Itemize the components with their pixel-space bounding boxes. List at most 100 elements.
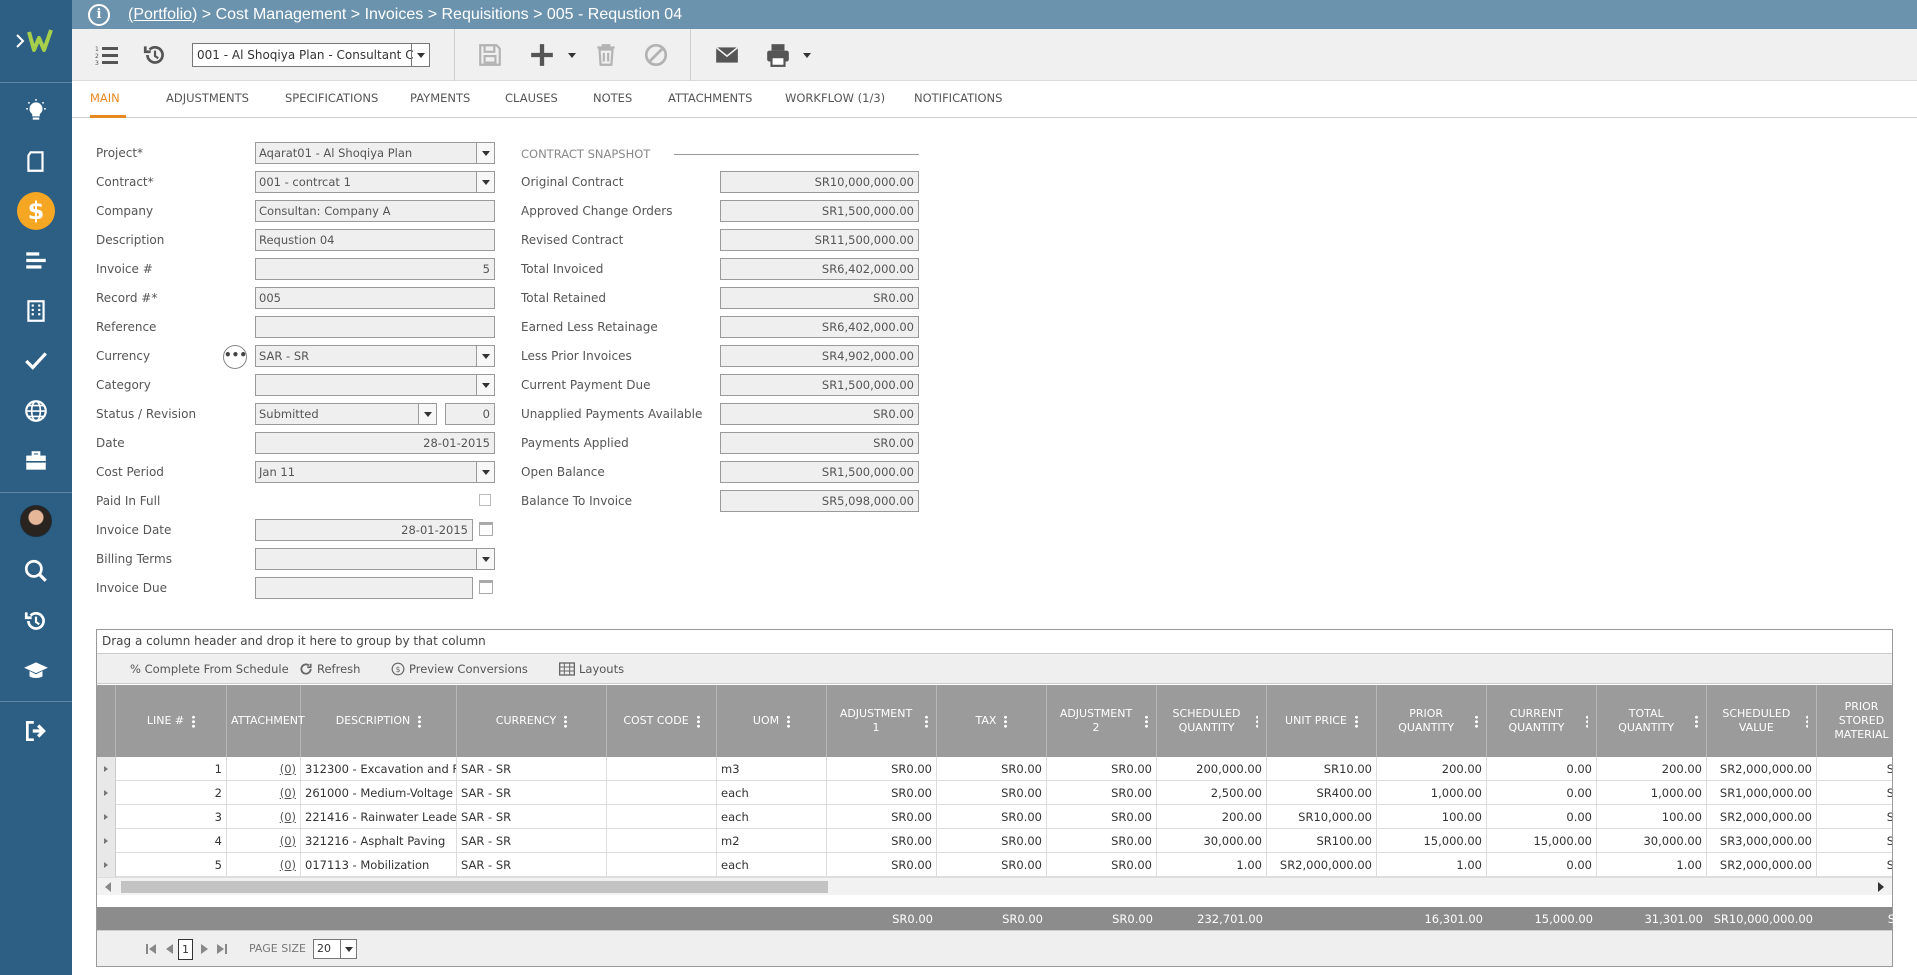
column-header[interactable]: ADJUSTMENT 1 bbox=[827, 685, 937, 757]
column-header[interactable]: DESCRIPTION bbox=[301, 685, 457, 757]
column-menu-icon[interactable] bbox=[418, 714, 422, 728]
column-header[interactable]: TOTAL QUANTITY bbox=[1597, 685, 1707, 757]
column-menu-icon[interactable] bbox=[1475, 714, 1478, 728]
save-button[interactable] bbox=[477, 40, 503, 70]
column-header[interactable]: PRIOR QUANTITY bbox=[1377, 685, 1487, 757]
column-header[interactable]: UNIT PRICE bbox=[1267, 685, 1377, 757]
page-size-select[interactable]: 20 bbox=[313, 939, 357, 959]
column-header[interactable]: SCHEDULED QUANTITY bbox=[1157, 685, 1267, 757]
column-header[interactable]: TAX bbox=[937, 685, 1047, 757]
tab-specifications[interactable]: SPECIFICATIONS bbox=[285, 81, 378, 118]
column-menu-icon[interactable] bbox=[1695, 714, 1698, 728]
column-menu-icon[interactable] bbox=[1256, 714, 1258, 728]
tab-main[interactable]: MAIN bbox=[90, 81, 126, 118]
attachment-count-link[interactable]: (0) bbox=[280, 834, 296, 848]
revision-field[interactable]: 0 bbox=[445, 403, 495, 425]
column-header[interactable]: CURRENT QUANTITY bbox=[1487, 685, 1597, 757]
chevron-down-icon[interactable] bbox=[803, 53, 811, 58]
table-row[interactable]: 4 (0) 321216 - Asphalt Paving SAR - SR m2 SR0… bbox=[97, 829, 1892, 853]
calendar-icon[interactable] bbox=[479, 522, 493, 536]
chevron-down-icon[interactable] bbox=[568, 53, 576, 58]
category-select[interactable] bbox=[255, 374, 495, 396]
sidebar-item-ideas[interactable] bbox=[16, 91, 56, 131]
attachment-count-link[interactable]: (0) bbox=[280, 786, 296, 800]
layouts-button[interactable]: Layouts bbox=[559, 662, 624, 676]
page-number[interactable]: 1 bbox=[178, 939, 193, 960]
reference-field[interactable] bbox=[255, 316, 495, 338]
paid-in-full-checkbox[interactable] bbox=[479, 494, 491, 506]
contract-select[interactable]: 001 - contrcat 1 bbox=[255, 171, 495, 193]
company-field[interactable]: Consultan: Company A bbox=[255, 200, 495, 222]
sidebar-item-global[interactable] bbox=[16, 391, 56, 431]
print-button[interactable] bbox=[765, 40, 791, 70]
description-field[interactable]: Requstion 04 bbox=[255, 229, 495, 251]
column-menu-icon[interactable] bbox=[1805, 714, 1808, 728]
sidebar-item-portfolio[interactable] bbox=[16, 441, 56, 481]
column-menu-icon[interactable] bbox=[787, 714, 791, 728]
history-button[interactable] bbox=[142, 40, 168, 70]
sidebar-item-profile[interactable] bbox=[16, 501, 56, 541]
attachment-count-link[interactable]: (0) bbox=[280, 810, 296, 824]
tab-notes[interactable]: NOTES bbox=[593, 81, 632, 118]
delete-button[interactable] bbox=[593, 40, 619, 70]
column-menu-icon[interactable] bbox=[925, 714, 928, 728]
row-expand-icon[interactable] bbox=[97, 829, 116, 853]
list-button[interactable]: 123 bbox=[94, 40, 120, 70]
sidebar-item-history[interactable] bbox=[16, 601, 56, 641]
calendar-icon[interactable] bbox=[479, 580, 493, 594]
next-page-icon[interactable] bbox=[199, 943, 211, 955]
column-header[interactable]: PRIOR STORED MATERIAL bbox=[1817, 685, 1892, 757]
tab-notifications[interactable]: NOTIFICATIONS bbox=[914, 81, 1002, 118]
column-header[interactable]: COST CODE bbox=[607, 685, 717, 757]
column-menu-icon[interactable] bbox=[1354, 714, 1358, 728]
column-header[interactable]: ADJUSTMENT 2 bbox=[1047, 685, 1157, 757]
previous-page-icon[interactable] bbox=[163, 943, 175, 955]
table-row[interactable]: 2 (0) 261000 - Medium-Voltage SAR - SR each S… bbox=[97, 781, 1892, 805]
preview-conversions-button[interactable]: $ Preview Conversions bbox=[391, 662, 528, 676]
sidebar-item-training[interactable] bbox=[16, 651, 56, 691]
sidebar-item-tasks[interactable] bbox=[16, 341, 56, 381]
sidebar-item-search[interactable] bbox=[16, 551, 56, 591]
column-menu-icon[interactable] bbox=[1004, 714, 1008, 728]
tab-attachments[interactable]: ATTACHMENTS bbox=[668, 81, 752, 118]
complete-from-schedule-button[interactable]: % Complete From Schedule bbox=[130, 662, 289, 676]
sidebar-item-logout[interactable] bbox=[16, 711, 56, 751]
record-number-field[interactable]: 005 bbox=[255, 287, 495, 309]
currency-more-button[interactable]: ••• bbox=[223, 345, 247, 369]
project-select[interactable]: Aqarat01 - Al Shoqiya Plan bbox=[255, 142, 495, 164]
tab-payments[interactable]: PAYMENTS bbox=[410, 81, 470, 118]
add-button[interactable] bbox=[529, 40, 555, 70]
billing-terms-select[interactable] bbox=[255, 548, 495, 570]
row-expand-icon[interactable] bbox=[97, 781, 116, 805]
row-expand-icon[interactable] bbox=[97, 805, 116, 829]
column-header[interactable]: SCHEDULED VALUE bbox=[1707, 685, 1817, 757]
email-button[interactable] bbox=[714, 40, 740, 70]
currency-select[interactable]: SAR - SR bbox=[255, 345, 495, 367]
sidebar-item-documents[interactable] bbox=[16, 141, 56, 181]
column-menu-icon[interactable] bbox=[1585, 714, 1588, 728]
first-page-icon[interactable] bbox=[145, 943, 157, 955]
table-row[interactable]: 1 (0) 312300 - Excavation and Fill SAR - SR… bbox=[97, 757, 1892, 781]
invoice-date-field[interactable]: 28-01-2015 bbox=[255, 519, 473, 541]
status-select[interactable]: Submitted bbox=[255, 403, 437, 425]
tab-adjustments[interactable]: ADJUSTMENTS bbox=[166, 81, 249, 118]
invoice-due-field[interactable] bbox=[255, 577, 473, 599]
column-header[interactable]: UOM bbox=[717, 685, 827, 757]
sidebar-item-cost[interactable]: $ bbox=[16, 191, 56, 231]
horizontal-scrollbar[interactable] bbox=[97, 877, 1892, 895]
breadcrumb-portfolio-link[interactable]: (Portfolio) bbox=[128, 6, 197, 23]
column-menu-icon[interactable] bbox=[192, 714, 196, 728]
info-icon[interactable]: i bbox=[88, 3, 110, 26]
sidebar-item-facilities[interactable] bbox=[16, 291, 56, 331]
column-menu-icon[interactable] bbox=[1145, 714, 1148, 728]
tab-clauses[interactable]: CLAUSES bbox=[505, 81, 558, 118]
scrollbar-thumb[interactable] bbox=[121, 881, 828, 893]
column-header[interactable]: LINE # bbox=[116, 685, 227, 757]
column-header[interactable]: ATTACHMENT bbox=[227, 685, 305, 757]
record-select[interactable]: 001 - Al Shoqiya Plan - Consultant C bbox=[192, 43, 430, 67]
column-menu-icon[interactable] bbox=[696, 714, 700, 728]
cost-period-select[interactable]: Jan 11 bbox=[255, 461, 495, 483]
scroll-right-arrow-icon[interactable] bbox=[1878, 882, 1884, 892]
column-header[interactable]: CURRENCY bbox=[457, 685, 607, 757]
date-field[interactable]: 28-01-2015 bbox=[255, 432, 495, 454]
